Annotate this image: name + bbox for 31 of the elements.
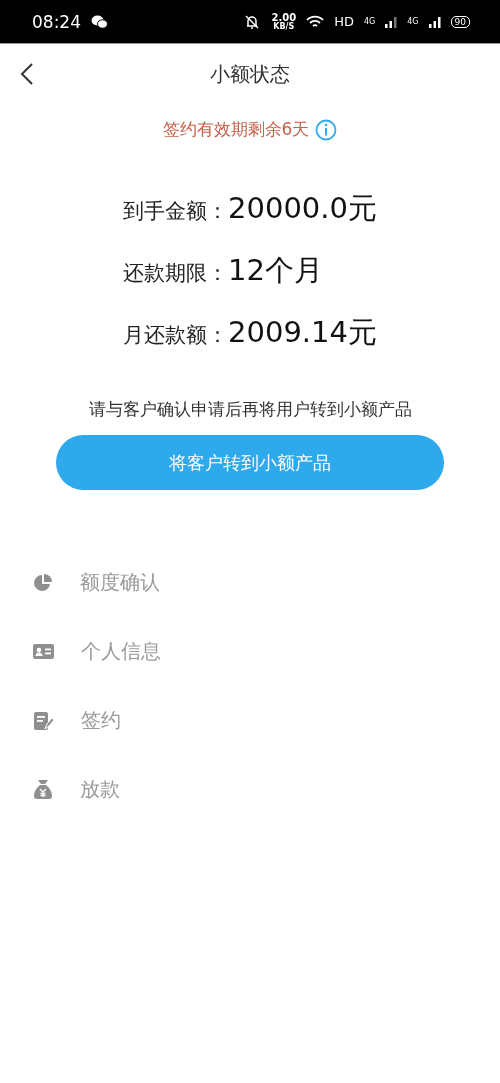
amount-value: 20000.0元 — [228, 190, 377, 227]
step-label: 签约 — [81, 707, 121, 734]
amount-label: 月还款额： — [123, 322, 229, 349]
status-time: 08:24 — [32, 11, 81, 32]
money-bag-icon — [33, 779, 53, 800]
wifi-icon — [306, 14, 325, 29]
network-speed: 2.00 — [271, 12, 297, 23]
amount-label: 还款期限： — [123, 260, 229, 287]
pie-chart-icon — [33, 572, 53, 593]
step-label: 个人信息 — [81, 638, 161, 665]
step-label: 放款 — [80, 776, 120, 803]
document-pen-icon — [33, 710, 54, 731]
amount-label: 到手金额： — [123, 198, 229, 225]
network-type: 4G — [407, 17, 419, 26]
signal-icon — [428, 15, 441, 28]
back-chevron-icon — [20, 62, 34, 86]
battery-level: 90 — [450, 15, 470, 28]
signal-icon — [385, 15, 398, 28]
speed-unit: KB/S — [273, 22, 295, 31]
info-icon[interactable] — [315, 118, 338, 141]
step-label: 额度确认 — [80, 569, 160, 596]
transfer-button[interactable]: 将客户转到小额产品 — [56, 435, 444, 490]
amount-value: 2009.14元 — [228, 314, 377, 351]
page-title: 小额状态 — [210, 60, 290, 88]
id-card-icon — [33, 643, 54, 660]
amount-value: 12个月 — [228, 252, 324, 289]
hd-indicator: HD — [334, 14, 354, 29]
network-type: 4G — [363, 17, 376, 26]
chat-bubbles-icon — [91, 14, 108, 29]
instruction-text: 请与客户确认申请后再将用户转到小额产品 — [87, 399, 413, 421]
notice-text: 签约有效期剩余6天 — [162, 118, 310, 141]
